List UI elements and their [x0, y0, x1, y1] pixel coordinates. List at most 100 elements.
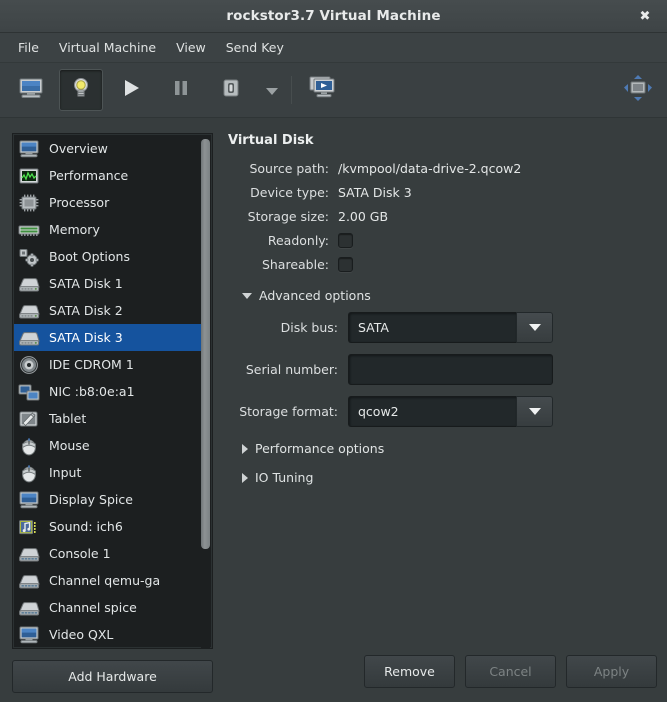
sidebar-item-performance[interactable]: Performance [14, 162, 201, 189]
monitor-icon [19, 491, 39, 508]
harddisk-icon [19, 304, 40, 319]
tablet-pen-icon [19, 411, 38, 426]
sidebar-item-channel-spice[interactable]: Channel spice [14, 594, 201, 621]
sidebar-item-sata-disk-2[interactable]: SATA Disk 2 [14, 297, 201, 324]
chevron-down-icon[interactable] [516, 312, 553, 343]
lightbulb-icon [69, 76, 93, 104]
sidebar-item-tablet[interactable]: Tablet [14, 405, 201, 432]
sidebar-item-video-qxl[interactable]: Video QXL [14, 621, 201, 648]
sidebar-item-ide-cdrom-1[interactable]: IDE CDROM 1 [14, 351, 201, 378]
sidebar-item-console-1[interactable]: Console 1 [14, 540, 201, 567]
triangle-right-icon [242, 472, 248, 483]
sidebar-item-display-spice[interactable]: Display Spice [14, 486, 201, 513]
serial-number-input[interactable] [348, 354, 553, 385]
field-value: SATA Disk 3 [338, 185, 412, 200]
sidebar-item-boot-options[interactable]: Boot Options [14, 243, 201, 270]
mouse-icon [22, 464, 36, 482]
toolbar [0, 63, 667, 118]
hardware-list-items: Overview Performance Processor Memory Bo… [14, 135, 201, 647]
fullscreen-icon [623, 75, 653, 106]
disk-bus-value[interactable]: SATA [348, 312, 516, 343]
menu-send-key[interactable]: Send Key [217, 37, 293, 58]
io-tuning-label: IO Tuning [255, 470, 314, 485]
sidebar-item-sound-ich6[interactable]: Sound: ich6 [14, 513, 201, 540]
sidebar-item-label: Input [49, 465, 82, 480]
sidebar-item-input[interactable]: Input [14, 459, 201, 486]
harddisk-icon [19, 277, 40, 292]
cpu-icon [19, 194, 39, 211]
hardware-list-scrollbar[interactable] [201, 136, 210, 648]
shutdown-icon [220, 77, 242, 103]
chevron-down-icon [265, 81, 279, 100]
field-label: Storage size: [247, 209, 329, 224]
sidebar-item-label: Console 1 [49, 546, 111, 561]
menu-view[interactable]: View [167, 37, 215, 58]
toolbar-show-console-view[interactable] [9, 69, 53, 111]
sidebar-item-processor[interactable]: Processor [14, 189, 201, 216]
screens-play-icon [306, 75, 340, 105]
apply-button[interactable]: Apply [566, 655, 657, 688]
hardware-list: Overview Performance Processor Memory Bo… [12, 133, 213, 649]
shareable-checkbox[interactable] [338, 257, 353, 272]
sidebar-item-mouse[interactable]: Mouse [14, 432, 201, 459]
serial-console-icon [19, 547, 40, 562]
sidebar-item-label: Mouse [49, 438, 90, 453]
sidebar-item-label: SATA Disk 3 [49, 330, 123, 345]
chevron-down-icon[interactable] [516, 396, 553, 427]
field-source-path: Source path: /kvmpool/data-drive-2.qcow2 [228, 161, 657, 176]
sidebar-item-memory[interactable]: Memory [14, 216, 201, 243]
sidebar-item-overview[interactable]: Overview [14, 135, 201, 162]
sound-icon [19, 519, 36, 534]
field-device-type: Device type: SATA Disk 3 [228, 185, 657, 200]
sidebar-item-label: Sound: ich6 [49, 519, 123, 534]
boot-gear-icon [19, 248, 39, 267]
toolbar-shutdown-vm[interactable] [209, 69, 253, 111]
disk-bus-select[interactable]: SATA [348, 312, 553, 343]
virtual-disk-panel: Virtual Disk Source path: /kvmpool/data-… [228, 133, 657, 634]
close-icon[interactable]: ✖ [633, 5, 657, 27]
memory-icon [18, 225, 40, 236]
remove-button[interactable]: Remove [364, 655, 455, 688]
toolbar-fullscreen[interactable] [623, 74, 653, 106]
serial-console-icon [19, 601, 40, 616]
field-shareable: Shareable: [228, 257, 657, 272]
sidebar-item-channel-qemu-ga[interactable]: Channel qemu-ga [14, 567, 201, 594]
serial-number-label: Serial number: [245, 362, 338, 377]
field-value: /kvmpool/data-drive-2.qcow2 [338, 161, 522, 176]
sidebar-item-label: Video QXL [49, 627, 114, 642]
window-title: rockstor3.7 Virtual Machine [226, 8, 441, 24]
toolbar-show-hardware-details[interactable] [59, 69, 103, 111]
disk-bus-label: Disk bus: [280, 320, 338, 335]
sidebar-item-label: Channel qemu-ga [49, 573, 161, 588]
add-hardware-button[interactable]: Add Hardware [12, 660, 213, 693]
scrollbar-thumb[interactable] [201, 139, 210, 549]
performance-options-toggle[interactable]: Performance options [242, 441, 657, 456]
storage-format-value[interactable]: qcow2 [348, 396, 516, 427]
performance-options-label: Performance options [255, 441, 385, 456]
sidebar-item-sata-disk-3[interactable]: SATA Disk 3 [14, 324, 201, 351]
toolbar-shutdown-menu[interactable] [259, 69, 285, 111]
readonly-checkbox[interactable] [338, 233, 353, 248]
field-value: 2.00 GB [338, 209, 389, 224]
advanced-options-toggle[interactable]: Advanced options [242, 288, 657, 303]
monitor-icon [18, 77, 44, 103]
sidebar-item-label: SATA Disk 1 [49, 276, 123, 291]
toolbar-pause-vm[interactable] [159, 69, 203, 111]
menu-file[interactable]: File [9, 37, 48, 58]
sidebar-item-label: Display Spice [49, 492, 133, 507]
toolbar-snapshots[interactable] [301, 69, 345, 111]
sidebar-item-label: NIC :b8:0e:a1 [49, 384, 135, 399]
row-serial-number: Serial number: [228, 354, 657, 385]
sidebar-item-label: IDE CDROM 1 [49, 357, 134, 372]
toolbar-run-vm[interactable] [109, 69, 153, 111]
sidebar-item-sata-disk-1[interactable]: SATA Disk 1 [14, 270, 201, 297]
triangle-right-icon [242, 443, 248, 454]
cancel-button[interactable]: Cancel [465, 655, 556, 688]
storage-format-select[interactable]: qcow2 [348, 396, 553, 427]
sidebar-item-label: Performance [49, 168, 129, 183]
advanced-options-label: Advanced options [259, 288, 371, 303]
sidebar-item-nic-b8-0e-a1[interactable]: NIC :b8:0e:a1 [14, 378, 201, 405]
mouse-icon [22, 437, 36, 455]
menu-virtual-machine[interactable]: Virtual Machine [50, 37, 165, 58]
io-tuning-toggle[interactable]: IO Tuning [242, 470, 657, 485]
